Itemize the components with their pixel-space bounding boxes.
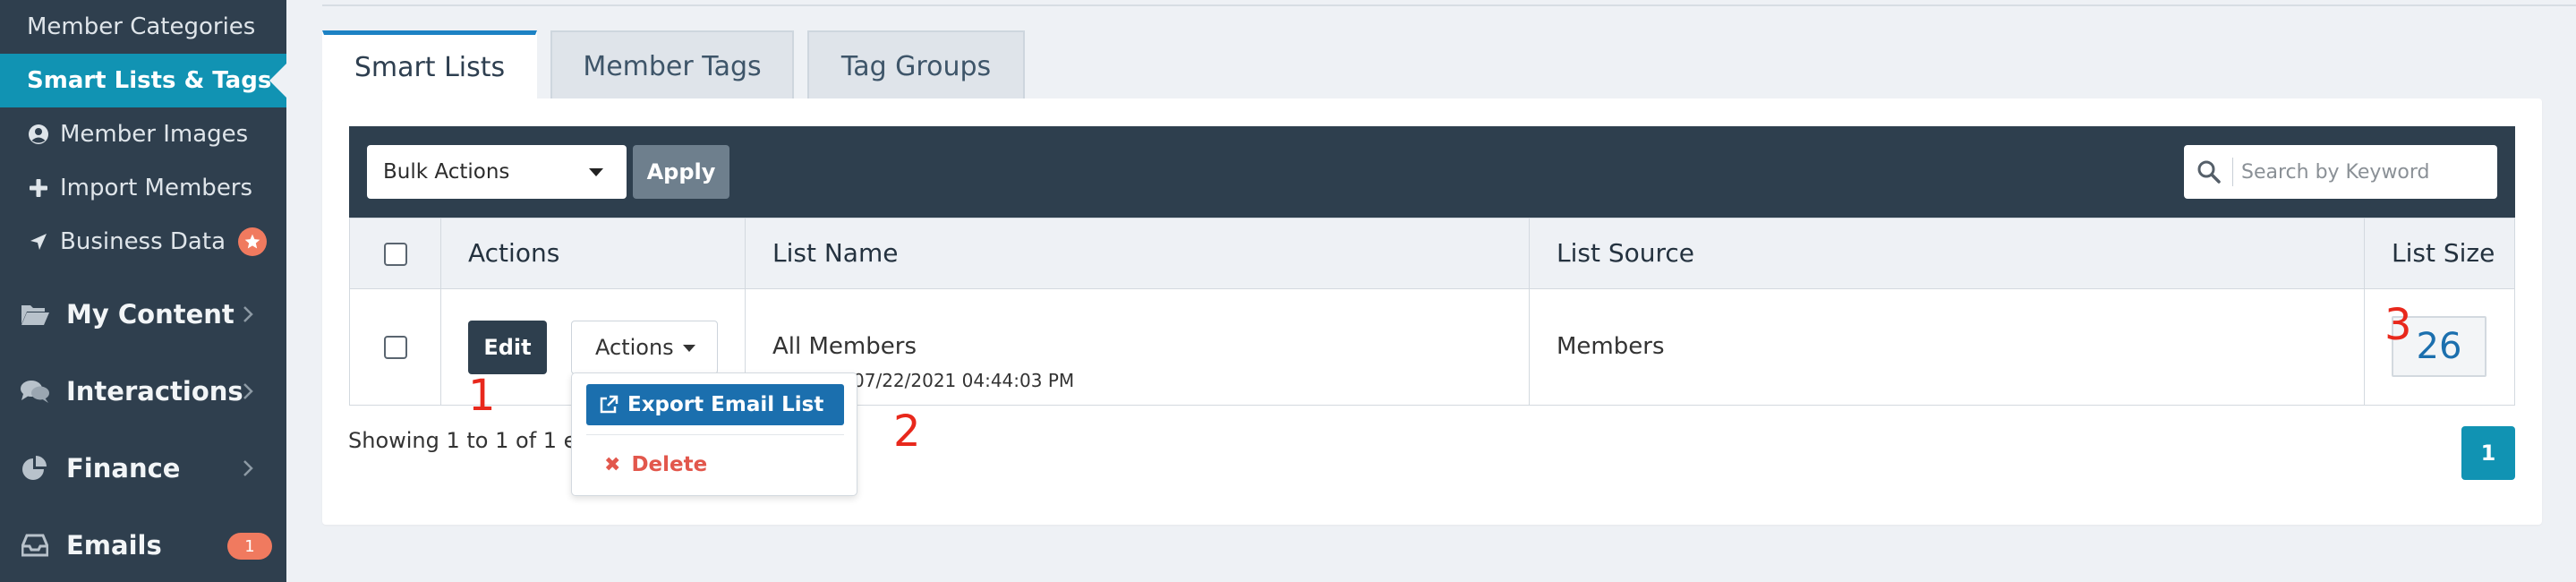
sidebar-item-label: Smart Lists & Tags — [27, 67, 272, 94]
search-input[interactable] — [2241, 154, 2483, 190]
caret-down-icon — [683, 345, 695, 352]
user-circle-icon — [27, 123, 50, 146]
chevron-right-icon — [238, 380, 258, 403]
column-divider — [440, 218, 441, 406]
inbox-icon — [20, 533, 50, 558]
location-arrow-icon — [27, 230, 50, 253]
column-divider — [2364, 218, 2365, 406]
sidebar-item-label: Member Categories — [27, 13, 256, 40]
export-email-list-item[interactable]: Export Email List — [586, 384, 844, 425]
sidebar-item-import-members[interactable]: Import Members — [0, 161, 286, 215]
list-created-date: 07/22/2021 04:44:03 PM — [853, 370, 1075, 391]
sidebar-item-label: Import Members — [60, 175, 253, 201]
notification-badge: 1 — [227, 533, 272, 560]
row-checkbox[interactable] — [384, 336, 407, 359]
sidebar-item-label: Interactions — [66, 376, 243, 407]
menu-divider — [586, 434, 844, 435]
tab-tag-groups[interactable]: Tag Groups — [807, 30, 1025, 100]
annotation-marker-1: 1 — [468, 371, 496, 421]
external-link-icon — [599, 395, 618, 415]
sidebar-item-emails[interactable]: Emails 1 — [0, 507, 286, 582]
list-name-cell: All Members — [772, 333, 917, 360]
search-box — [2184, 145, 2497, 199]
select-all-checkbox[interactable] — [384, 243, 407, 266]
pagination-page-1[interactable]: 1 — [2461, 426, 2515, 480]
edit-button[interactable]: Edit — [468, 321, 547, 374]
caret-down-icon — [589, 168, 603, 176]
close-icon: ✖ — [604, 453, 621, 476]
row-actions-dropdown[interactable]: Actions — [571, 321, 718, 374]
chevron-right-icon — [238, 303, 258, 326]
tab-member-tags[interactable]: Member Tags — [550, 30, 794, 100]
delete-item[interactable]: ✖ Delete — [604, 447, 707, 483]
export-email-list-label: Export Email List — [627, 393, 824, 416]
sidebar-item-label: My Content — [66, 299, 235, 330]
sidebar-item-member-images[interactable]: Member Images — [0, 107, 286, 161]
column-header-list-size[interactable]: List Size — [2392, 238, 2495, 268]
column-header-list-name[interactable]: List Name — [772, 238, 898, 268]
sidebar-item-my-content[interactable]: My Content — [0, 276, 286, 353]
search-icon — [2196, 159, 2222, 184]
plus-icon — [27, 176, 50, 200]
pagination-info: Showing 1 to 1 of 1 entries — [348, 428, 572, 453]
bulk-actions-select[interactable]: Bulk Actions — [367, 145, 627, 199]
pie-chart-icon — [20, 456, 50, 481]
sidebar-item-interactions[interactable]: Interactions — [0, 353, 286, 430]
annotation-marker-3: 3 — [2384, 300, 2412, 350]
header-divider — [322, 4, 2576, 6]
sidebar-item-finance[interactable]: Finance — [0, 430, 286, 507]
tab-smart-lists[interactable]: Smart Lists — [322, 30, 537, 100]
annotation-marker-2: 2 — [893, 407, 921, 457]
comments-icon — [20, 379, 50, 404]
apply-button[interactable]: Apply — [633, 145, 729, 199]
sidebar-item-smart-lists-tags[interactable]: Smart Lists & Tags — [0, 54, 286, 107]
sidebar-item-label: Finance — [66, 453, 181, 484]
sidebar-item-member-categories[interactable]: Member Categories — [0, 0, 286, 54]
column-header-list-source[interactable]: List Source — [1557, 238, 1694, 268]
sidebar-item-label: Emails — [66, 530, 162, 561]
column-divider — [1529, 218, 1530, 406]
folder-open-icon — [20, 302, 50, 327]
row-actions-menu: Export Email List ✖ Delete — [571, 372, 857, 496]
star-icon — [238, 227, 267, 256]
delete-label: Delete — [631, 453, 708, 476]
sidebar-item-label: Business Data — [60, 228, 226, 255]
sidebar-item-label: Member Images — [60, 121, 249, 148]
sidebar: Member Categories Smart Lists & Tags Mem… — [0, 0, 286, 582]
row-actions-label: Actions — [595, 335, 674, 360]
table-header — [349, 218, 2515, 289]
active-indicator — [269, 64, 286, 98]
list-source-cell: Members — [1557, 333, 1665, 360]
chevron-right-icon — [238, 457, 258, 480]
search-separator — [2232, 158, 2233, 186]
sidebar-item-business-data[interactable]: Business Data — [0, 215, 286, 269]
bulk-actions-label: Bulk Actions — [383, 160, 510, 184]
column-header-actions: Actions — [468, 238, 560, 268]
